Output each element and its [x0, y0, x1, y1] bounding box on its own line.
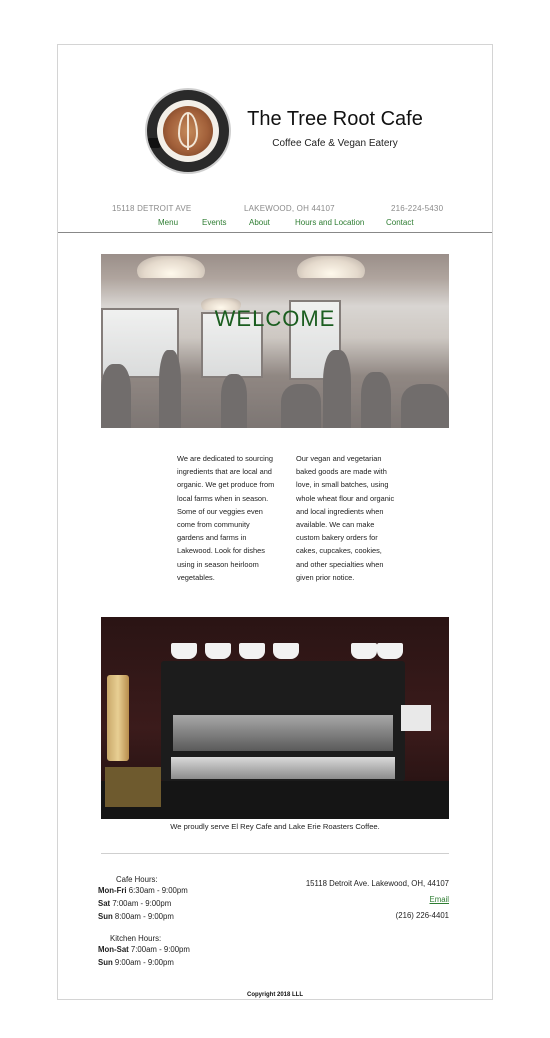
- site-subtitle: Coffee Cafe & Vegan Eatery: [272, 138, 398, 149]
- site-title: The Tree Root Cafe: [247, 108, 423, 130]
- footer-address: 15118 Detroit Ave. Lakewood, OH, 44107: [305, 879, 449, 888]
- header-phone: 216-224-5430: [391, 204, 444, 213]
- cafe-hours-row: Sun 8:00am - 9:00pm: [98, 912, 174, 921]
- nav-events[interactable]: Events: [202, 218, 226, 227]
- cafe-hours-row: Sat 7:00am - 9:00pm: [98, 899, 172, 908]
- footer-divider: [101, 853, 449, 854]
- bakery-paragraph: Our vegan and vegetarian baked goods are…: [296, 454, 395, 582]
- kitchen-hours-row: Mon-Sat 7:00am - 9:00pm: [98, 945, 190, 954]
- footer-phone: (216) 226-4401: [395, 911, 449, 920]
- cafe-hours-title: Cafe Hours:: [116, 875, 158, 884]
- coffee-caption: We proudly serve El Rey Cafe and Lake Er…: [170, 822, 380, 831]
- latte-art-logo-icon: [145, 88, 231, 174]
- sourcing-paragraph: We are dedicated to sourcing ingredients…: [177, 454, 275, 582]
- email-link[interactable]: Email: [430, 895, 450, 904]
- nav-hours-and-location[interactable]: Hours and Location: [295, 218, 364, 227]
- copyright-text: Copyright 2018 LLL: [246, 992, 303, 998]
- nav-menu[interactable]: Menu: [158, 218, 178, 227]
- cafe-interior-image: [101, 254, 449, 428]
- header-divider: [58, 232, 492, 233]
- nav-about[interactable]: About: [249, 218, 270, 227]
- header-address: 15118 DETROIT AVE: [112, 204, 192, 213]
- nav-contact[interactable]: Contact: [386, 218, 414, 227]
- welcome-heading: WELCOME: [214, 306, 336, 331]
- kitchen-hours-row: Sun 9:00am - 9:00pm: [98, 958, 174, 967]
- espresso-machine-image: [101, 617, 449, 819]
- cafe-hours-row: Mon-Fri 6:30am - 9:00pm: [98, 886, 188, 895]
- kitchen-hours-title: Kitchen Hours:: [110, 934, 162, 943]
- header-city: LAKEWOOD, OH 44107: [244, 204, 335, 213]
